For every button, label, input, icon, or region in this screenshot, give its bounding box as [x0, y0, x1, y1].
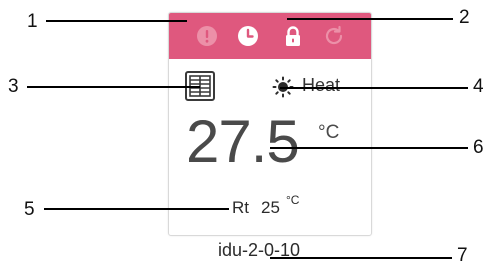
callout-4: 4 — [473, 76, 484, 97]
room-temperature-label: Rt — [232, 198, 249, 217]
callout-6: 6 — [473, 137, 484, 158]
leader-line-2 — [287, 18, 453, 20]
lock-icon — [281, 24, 305, 48]
mode-label: Heat — [302, 75, 341, 95]
callout-7: 7 — [457, 245, 468, 266]
fault-alert-icon — [195, 24, 219, 48]
room-temperature-value: 25 — [261, 198, 280, 217]
callout-2: 2 — [459, 7, 470, 28]
leader-line-1 — [46, 20, 187, 22]
room-temperature-unit: °C — [286, 193, 300, 207]
refresh-icon — [322, 24, 346, 48]
leader-line-7 — [270, 257, 452, 259]
leader-line-6 — [270, 147, 468, 149]
callout-1: 1 — [27, 11, 38, 32]
leader-line-5 — [44, 208, 229, 210]
callout-5: 5 — [24, 199, 35, 220]
clock-icon — [236, 24, 260, 48]
set-temperature-value: 27.5 — [186, 108, 300, 175]
leader-line-4 — [280, 87, 468, 89]
callout-3: 3 — [8, 76, 19, 97]
set-temperature-unit: °C — [318, 122, 340, 143]
leader-line-3 — [27, 86, 200, 88]
